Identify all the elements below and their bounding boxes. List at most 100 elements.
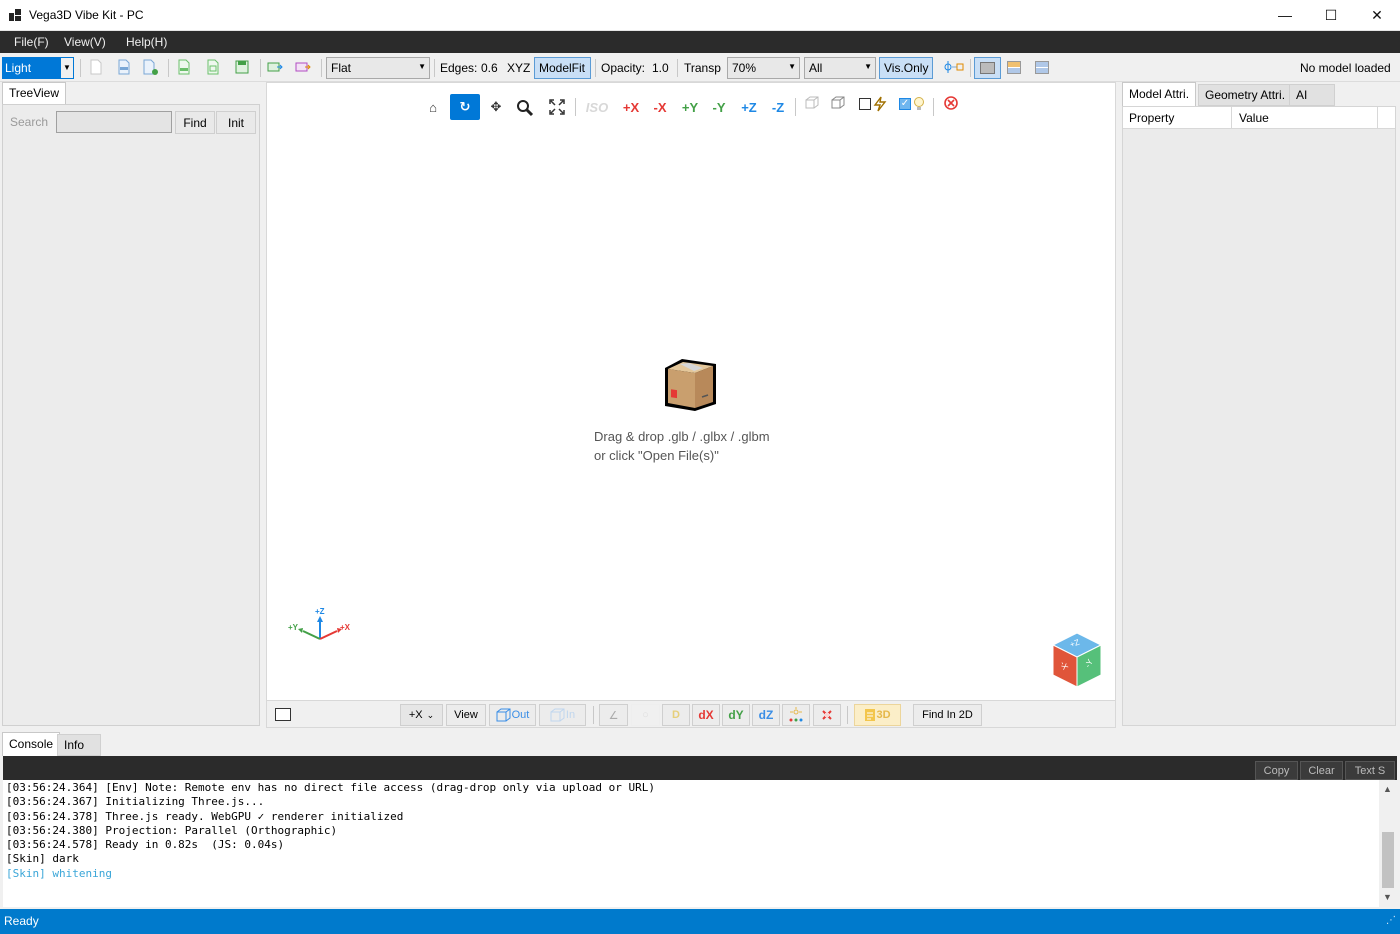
transp-select[interactable]: 70% ▼: [727, 57, 800, 79]
console-log[interactable]: [03:56:24.364] [Env] Note: Remote env ha…: [3, 780, 1379, 907]
column-value[interactable]: Value: [1239, 111, 1269, 125]
close-button[interactable]: ✕: [1354, 0, 1400, 30]
section-out-button[interactable]: Out: [489, 704, 536, 726]
log-line: [03:56:24.378] Three.js ready. WebGPU ✓ …: [6, 809, 404, 823]
viewport-separator: [575, 98, 576, 116]
rotate-button[interactable]: ↻: [450, 94, 480, 120]
zoom-icon[interactable]: [516, 99, 534, 117]
fit-view-icon[interactable]: [549, 99, 565, 115]
log-line: [03:56:24.367] Initializing Three.js...: [6, 795, 265, 809]
find-in-2d-button[interactable]: Find In 2D: [913, 704, 982, 726]
toolbar-separator: [168, 59, 169, 77]
view-minus-z-button[interactable]: -Z: [767, 95, 789, 119]
maximize-button[interactable]: ☐: [1308, 0, 1354, 30]
toolbar-separator: [970, 59, 971, 77]
view-minus-y-button[interactable]: -Y: [708, 95, 730, 119]
tab-console[interactable]: Console: [2, 732, 61, 756]
model-status: No model loaded: [1300, 61, 1391, 75]
tab-geometry-attributes[interactable]: Geometry Attri.: [1198, 84, 1293, 106]
3d-tag-button[interactable]: 3D: [854, 704, 901, 726]
section-view-button[interactable]: View: [446, 704, 486, 726]
scroll-down-icon[interactable]: ▼: [1383, 892, 1392, 902]
xyz-measure-button[interactable]: [782, 704, 810, 726]
tab-info[interactable]: Info: [57, 734, 101, 756]
drop-hint: Drag & drop .glb / .glbx / .glbm or clic…: [594, 427, 770, 465]
view-plus-z-button[interactable]: +Z: [737, 95, 761, 119]
layout-split-h-button[interactable]: [1005, 57, 1025, 79]
toolbar-separator: [677, 59, 678, 77]
distance-y-button[interactable]: dY: [722, 704, 750, 726]
view-minus-x-button[interactable]: -X: [649, 95, 671, 119]
status-bar: Ready ⋰: [0, 909, 1400, 934]
iso-view-button[interactable]: ISO: [583, 95, 611, 119]
axis-select[interactable]: +X ⌄: [400, 704, 443, 726]
open-file-icon[interactable]: [116, 59, 132, 75]
resize-grip-icon[interactable]: ⋰: [1386, 915, 1396, 926]
init-button[interactable]: Init: [216, 111, 256, 134]
edges-label: Edges:: [440, 61, 478, 75]
clear-section-icon[interactable]: [944, 96, 958, 110]
opacity-value[interactable]: 1.0: [652, 61, 669, 75]
import-icon[interactable]: [267, 59, 283, 75]
radius-measure-button[interactable]: ○: [631, 704, 660, 726]
clear-button[interactable]: Clear: [1300, 761, 1343, 780]
navigation-cube[interactable]: +Z -X -Y: [1051, 631, 1103, 689]
distance-button[interactable]: D: [662, 704, 690, 726]
xyz-toggle[interactable]: XYZ: [507, 61, 530, 75]
console-scrollbar[interactable]: ▲ ▼: [1379, 780, 1397, 907]
merge-icon[interactable]: [295, 59, 311, 75]
drop-hint-line2: or click "Open File(s)": [594, 448, 719, 463]
shading-select[interactable]: Flat ▼: [326, 57, 430, 79]
edges-value[interactable]: 0.6: [481, 61, 498, 75]
frame-toggle[interactable]: [275, 708, 291, 721]
menu-view[interactable]: View(V): [64, 35, 106, 49]
save-icon[interactable]: [234, 59, 250, 75]
lightbulb-icon: [914, 97, 924, 110]
find-button[interactable]: Find: [175, 111, 215, 134]
layout-single-button[interactable]: [974, 57, 1001, 79]
modelfit-toggle[interactable]: ModelFit: [534, 57, 591, 79]
view-plus-y-button[interactable]: +Y: [678, 95, 702, 119]
3d-viewport[interactable]: ⌂ ↻ ✥ ISO +X -X +Y -Y +Z -Z ✓ Drag & dro…: [266, 82, 1116, 701]
angle-measure-button[interactable]: ∠: [599, 704, 628, 726]
package-icon: [665, 359, 716, 411]
open-folder-icon[interactable]: [142, 59, 158, 75]
tab-treeview[interactable]: TreeView: [2, 82, 67, 104]
text-size-button[interactable]: Text S: [1345, 761, 1395, 780]
menu-bar: File(F) View(V) Help(H): [0, 31, 1400, 53]
menu-help[interactable]: Help(H): [126, 35, 167, 49]
toolbar-separator: [434, 59, 435, 77]
new-file-icon[interactable]: [88, 59, 104, 75]
scroll-up-icon[interactable]: ▲: [1383, 784, 1392, 794]
wireframe-box-icon[interactable]: [805, 96, 819, 110]
export-icon[interactable]: [176, 59, 192, 75]
drop-hint-line1: Drag & drop .glb / .glbx / .glbm: [594, 429, 770, 444]
toolbar-separator: [595, 59, 596, 77]
theme-select[interactable]: Light ▼: [2, 57, 74, 79]
visonly-toggle[interactable]: Vis.Only: [879, 57, 933, 79]
distance-z-button[interactable]: dZ: [752, 704, 780, 726]
distance-x-button[interactable]: dX: [692, 704, 720, 726]
minimize-button[interactable]: —: [1262, 0, 1308, 30]
clear-measure-button[interactable]: [813, 704, 841, 726]
section-box-icon[interactable]: [831, 96, 845, 110]
export-image-icon[interactable]: [205, 59, 221, 75]
transp-label: Transp: [684, 61, 721, 75]
column-property[interactable]: Property: [1129, 111, 1174, 125]
link-icon[interactable]: [944, 59, 966, 75]
layout-split-v-button[interactable]: [1033, 57, 1053, 79]
home-view-button[interactable]: ⌂: [423, 95, 443, 119]
search-input[interactable]: [56, 111, 172, 133]
section-in-button[interactable]: In: [539, 704, 586, 726]
menu-file[interactable]: File(F): [14, 35, 49, 49]
light-checkbox[interactable]: ✓: [899, 98, 911, 110]
view-plus-x-button[interactable]: +X: [619, 95, 643, 119]
snap-checkbox[interactable]: [859, 98, 871, 110]
scroll-thumb[interactable]: [1382, 832, 1394, 888]
filter-select[interactable]: All ▼: [804, 57, 876, 79]
copy-button[interactable]: Copy: [1255, 761, 1298, 780]
clear-measure-icon: [822, 710, 832, 720]
pan-button[interactable]: ✥: [486, 95, 506, 119]
tab-ai[interactable]: AI: [1289, 84, 1335, 106]
tab-model-attributes[interactable]: Model Attri.: [1122, 82, 1197, 106]
